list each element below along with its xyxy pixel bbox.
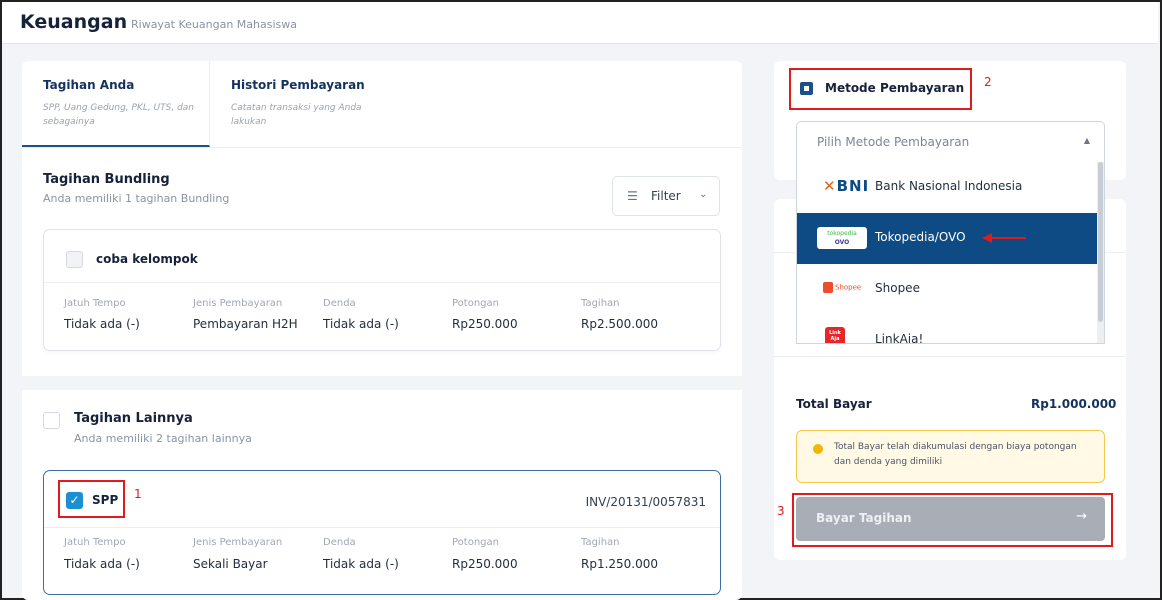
page-subtitle: Riwayat Keuangan Mahasiswa — [131, 18, 298, 31]
due-date-value: Tidak ada (-) — [64, 317, 140, 331]
column-header: Jenis Pembayaran — [193, 298, 283, 309]
shopee-logo: Shopee — [823, 282, 861, 293]
annotation-box-2 — [789, 68, 972, 110]
annotation-box-3 — [792, 493, 1113, 547]
invoice-number: INV/20131/0057831 — [585, 495, 706, 509]
tab-label: Tagihan Anda — [43, 78, 135, 92]
annotation-number-1: 1 — [134, 487, 142, 501]
chevron-down-icon: ⌄ — [699, 189, 708, 200]
card-divider — [44, 282, 720, 283]
tab-description: SPP, Uang Gedung, PKL, UTS, dan sebagain… — [43, 103, 195, 127]
annotation-arrow-head — [982, 233, 992, 243]
bundle-checkbox[interactable] — [66, 251, 83, 268]
sliders-icon: ☰ — [627, 189, 638, 203]
option-label: Tokopedia/OVO — [875, 230, 966, 244]
penalty-value: Tidak ada (-) — [323, 557, 399, 571]
column-header: Potongan — [452, 298, 499, 309]
summary-divider — [774, 356, 1126, 357]
option-label: LinkAja! — [875, 332, 924, 344]
tab-tagihan-anda[interactable]: Tagihan Anda SPP, Uang Gedung, PKL, UTS,… — [22, 61, 210, 147]
annotation-number-2: 2 — [984, 75, 992, 89]
annotation-number-3: 3 — [777, 504, 785, 518]
payment-type-value: Pembayaran H2H — [193, 317, 298, 331]
bill-amount-value: Rp1.250.000 — [581, 557, 659, 571]
discount-value: Rp250.000 — [452, 317, 518, 331]
dropdown-scrollbar[interactable] — [1097, 162, 1104, 343]
tab-divider — [22, 147, 742, 148]
payment-method-dropdown: ✕BNI Bank Nasional Indonesia tokopedia O… — [796, 162, 1105, 344]
column-header: Denda — [323, 537, 356, 548]
column-header: Jenis Pembayaran — [193, 537, 283, 548]
annotation-arrow-line — [992, 237, 1026, 239]
tab-label: Histori Pembayaran — [231, 78, 365, 92]
option-bni[interactable]: ✕BNI Bank Nasional Indonesia — [797, 162, 1099, 213]
bundle-bill-card: coba kelompok Jatuh Tempo Jenis Pembayar… — [43, 229, 721, 351]
info-icon — [813, 444, 823, 454]
bundling-title: Tagihan Bundling — [43, 172, 170, 187]
bundling-subtitle: Anda memiliki 1 tagihan Bundling — [43, 192, 230, 205]
info-text: Total Bayar telah diakumulasi dengan bia… — [834, 442, 1077, 467]
lainnya-checkbox[interactable] — [43, 412, 60, 429]
column-header: Jatuh Tempo — [64, 537, 126, 548]
column-header: Potongan — [452, 537, 499, 548]
option-shopee[interactable]: Shopee Shopee — [797, 264, 1099, 315]
column-header: Tagihan — [581, 298, 620, 309]
lainnya-title: Tagihan Lainnya — [74, 411, 193, 426]
bills-panel: Tagihan Anda SPP, Uang Gedung, PKL, UTS,… — [22, 61, 742, 600]
tokopedia-ovo-logo: tokopedia OVO — [817, 227, 867, 249]
due-date-value: Tidak ada (-) — [64, 557, 140, 571]
bill-name: coba kelompok — [96, 252, 198, 266]
card-divider — [44, 527, 720, 528]
payment-method-select[interactable]: Pilih Metode Pembayaran ▲ — [796, 121, 1105, 163]
annotation-box-1 — [58, 480, 125, 518]
option-linkaja[interactable]: Link Aja LinkAja! — [797, 315, 1099, 344]
page-title: Keuangan — [20, 11, 128, 33]
lainnya-subtitle: Anda memiliki 2 tagihan lainnya — [74, 432, 252, 445]
total-value: Rp1.000.000 — [1031, 397, 1117, 411]
tab-histori-pembayaran[interactable]: Histori Pembayaran Catatan transaksi yan… — [210, 61, 460, 147]
column-header: Tagihan — [581, 537, 620, 548]
select-placeholder: Pilih Metode Pembayaran — [817, 135, 970, 149]
section-separator — [22, 376, 742, 390]
bni-logo: ✕BNI — [823, 177, 870, 195]
info-notice: Total Bayar telah diakumulasi dengan bia… — [796, 430, 1105, 483]
filter-label: Filter — [651, 189, 681, 203]
option-label: Bank Nasional Indonesia — [875, 179, 1023, 193]
column-header: Jatuh Tempo — [64, 298, 126, 309]
scrollbar-thumb[interactable] — [1098, 162, 1103, 322]
bill-amount-value: Rp2.500.000 — [581, 317, 659, 331]
tab-description: Catatan transaksi yang Anda lakukan — [231, 103, 362, 127]
payment-type-value: Sekali Bayar — [193, 557, 268, 571]
linkaja-logo: Link Aja — [825, 327, 845, 343]
total-label: Total Bayar — [796, 397, 872, 411]
penalty-value: Tidak ada (-) — [323, 317, 399, 331]
discount-value: Rp250.000 — [452, 557, 518, 571]
page-header: Keuangan Riwayat Keuangan Mahasiswa — [2, 2, 1158, 44]
option-label: Shopee — [875, 281, 920, 295]
option-tokopedia-ovo[interactable]: tokopedia OVO Tokopedia/OVO — [797, 213, 1099, 264]
caret-up-icon: ▲ — [1083, 136, 1090, 145]
filter-button[interactable]: ☰ Filter ⌄ — [612, 176, 720, 216]
spp-bill-card: ✓ SPP INV/20131/0057831 Jatuh Tempo Jeni… — [43, 470, 721, 595]
column-header: Denda — [323, 298, 356, 309]
